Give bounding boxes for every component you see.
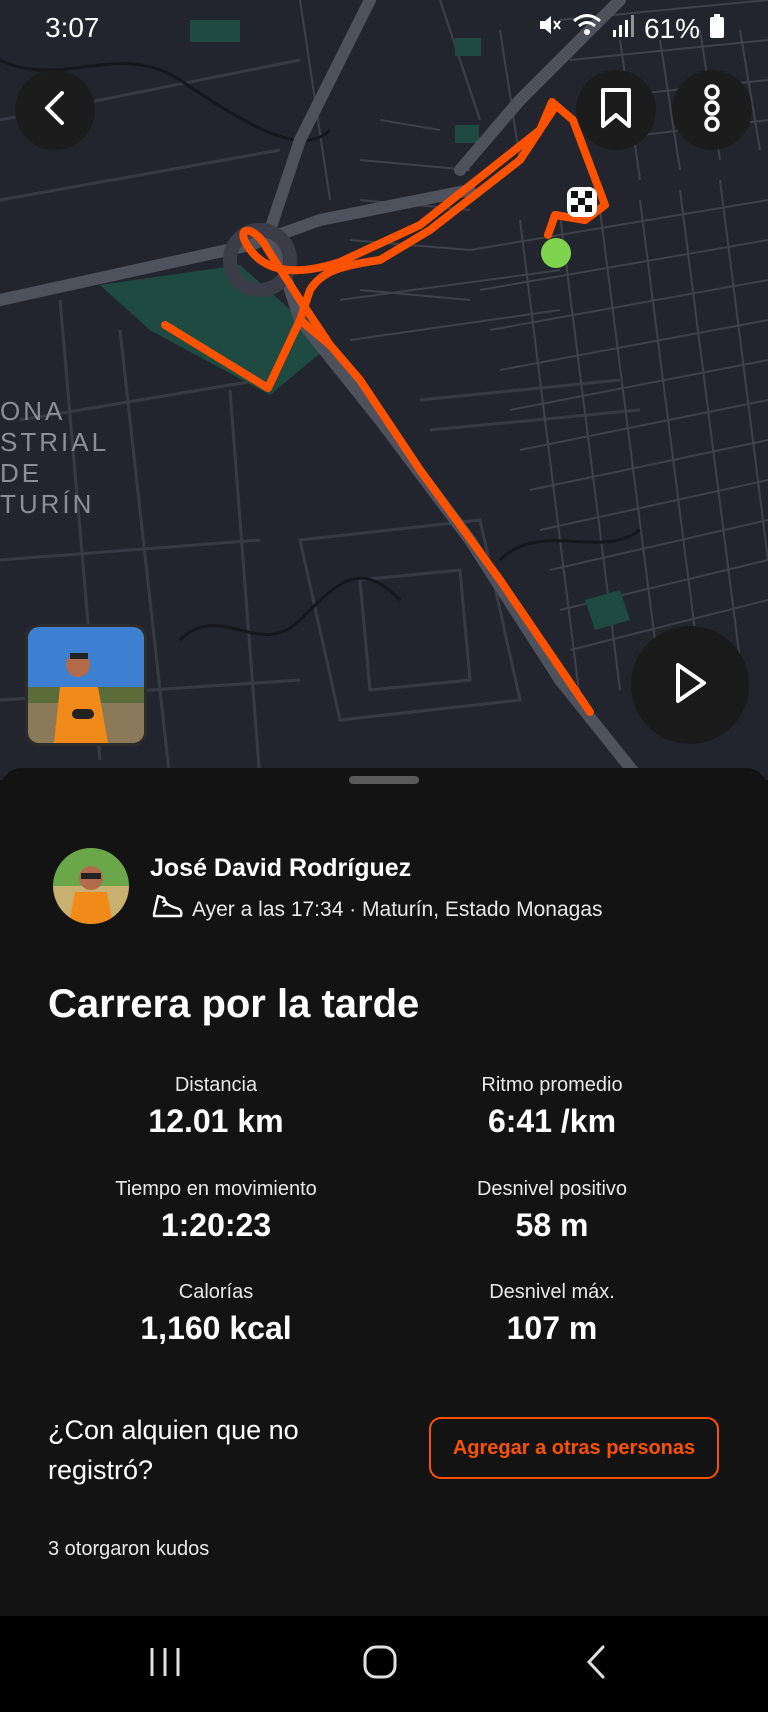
activity-photo: [28, 627, 144, 743]
stat-avg-pace: Ritmo promedio 6:41 /km: [372, 1074, 732, 1140]
battery-percentage: 61%: [643, 12, 700, 44]
activity-title: Carrera por la tarde: [48, 982, 420, 1026]
stat-label: Tiempo en movimiento: [115, 1178, 317, 1200]
stat-value: 12.01 km: [148, 1103, 284, 1139]
chevron-left-icon: [40, 90, 70, 131]
add-other-people-button[interactable]: Agregar a otras personas: [429, 1417, 719, 1479]
more-vertical-icon: [702, 83, 722, 137]
system-back-icon: [584, 1644, 608, 1685]
activity-details-sheet: José David Rodríguez Ayer a las 17:34 · …: [0, 768, 768, 1616]
map-district-label-3: DE: [0, 458, 42, 488]
activity-meta-text: Ayer a las 17:34 · Maturín, Estado Monag…: [192, 898, 603, 921]
recent-apps-button[interactable]: [125, 1634, 205, 1694]
wifi-icon: [572, 12, 602, 45]
stat-value: 6:41 /km: [487, 1103, 617, 1139]
play-icon: [672, 661, 708, 710]
stat-value: 58 m: [515, 1207, 589, 1243]
athlete-name[interactable]: José David Rodríguez: [150, 854, 411, 883]
system-navigation-bar: [0, 1616, 768, 1712]
map-district-label-1: ONA: [0, 396, 65, 426]
home-button[interactable]: [340, 1634, 420, 1694]
battery-icon: [710, 13, 724, 45]
route-finish-marker: [567, 187, 597, 217]
activity-photo-thumbnail[interactable]: [25, 624, 147, 746]
more-options-button[interactable]: [672, 70, 752, 150]
sheet-drag-handle[interactable]: [349, 776, 419, 784]
stat-label: Desnivel máx.: [489, 1281, 615, 1303]
status-time: 3:07: [45, 12, 100, 43]
avatar[interactable]: [53, 848, 129, 924]
kudos-summary[interactable]: 3 otorgaron kudos: [48, 1538, 209, 1561]
status-bar: 3:07 61%: [0, 8, 768, 48]
stat-elevation-gain: Desnivel positivo 58 m: [372, 1178, 732, 1244]
home-icon: [362, 1644, 398, 1685]
route-start-marker: [541, 238, 571, 268]
running-shoe-icon: [150, 892, 184, 928]
back-button[interactable]: [15, 70, 95, 150]
play-flyover-button[interactable]: [631, 626, 749, 744]
map-district-label-4: TURÍN: [0, 489, 94, 519]
bookmark-icon: [599, 87, 633, 134]
stat-label: Ritmo promedio: [481, 1074, 623, 1096]
signal-icon: [612, 13, 634, 45]
stat-value: 1:20:23: [160, 1207, 272, 1243]
stat-label: Desnivel positivo: [476, 1178, 628, 1200]
stat-max-elevation: Desnivel máx. 107 m: [372, 1281, 732, 1347]
mute-icon: [536, 12, 562, 45]
stat-label: Calorías: [178, 1281, 254, 1303]
stat-moving-time: Tiempo en movimiento 1:20:23: [36, 1178, 396, 1244]
bookmark-button[interactable]: [576, 70, 656, 150]
stat-distance: Distancia 12.01 km: [36, 1074, 396, 1140]
recent-apps-icon: [148, 1646, 182, 1683]
stat-value: 107 m: [506, 1310, 598, 1346]
activity-meta: Ayer a las 17:34 · Maturín, Estado Monag…: [150, 892, 603, 928]
stat-calories: Calorías 1,160 kcal: [36, 1281, 396, 1347]
add-people-question: ¿Con alquien que no registró?: [48, 1415, 299, 1485]
stat-label: Distancia: [174, 1074, 258, 1096]
map-district-label-2: STRIAL: [0, 427, 109, 457]
system-back-button[interactable]: [556, 1634, 636, 1694]
stat-value: 1,160 kcal: [140, 1310, 292, 1346]
